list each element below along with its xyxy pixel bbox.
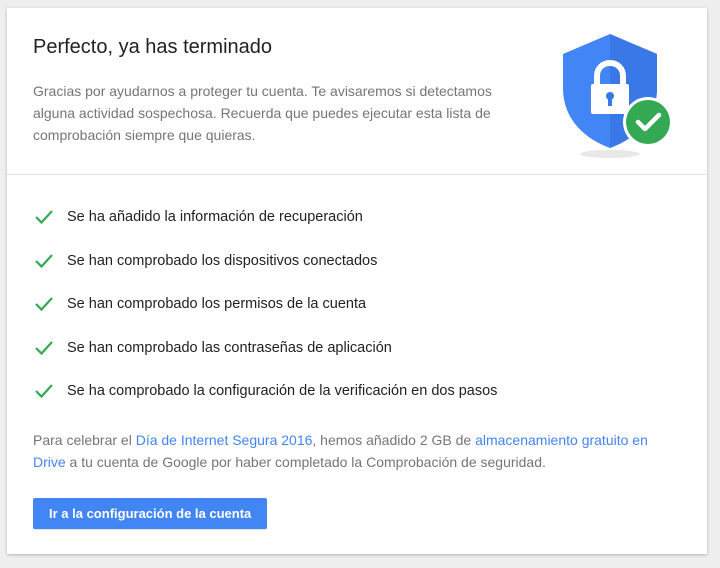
check-icon bbox=[35, 384, 53, 399]
check-icon bbox=[35, 297, 53, 312]
list-item-label: Se han comprobado los permisos de la cue… bbox=[67, 296, 367, 312]
list-item: Se han comprobado las contraseñas de apl… bbox=[33, 337, 497, 381]
list-item: Se han comprobado los dispositivos conec… bbox=[33, 250, 497, 294]
list-item-label: Se ha comprobado la configuración de la … bbox=[67, 383, 498, 399]
check-icon bbox=[35, 253, 53, 268]
shield-lock-check-icon bbox=[563, 34, 673, 158]
promo-note: Para celebrar el Día de Internet Segura … bbox=[33, 429, 683, 473]
shield-shadow bbox=[580, 150, 640, 158]
page-subtitle: Gracias por ayudarnos a proteger tu cuen… bbox=[33, 83, 492, 143]
list-item: Se ha comprobado la configuración de la … bbox=[33, 380, 497, 424]
check-icon bbox=[35, 340, 53, 355]
list-item: Se ha añadido la información de recupera… bbox=[33, 206, 497, 250]
promo-text: Para celebrar el bbox=[33, 432, 136, 448]
promo-text: , hemos añadido 2 GB de bbox=[312, 432, 476, 448]
completed-steps-list: Se ha añadido la información de recupera… bbox=[33, 206, 497, 424]
list-item-label: Se ha añadido la información de recupera… bbox=[67, 209, 363, 225]
security-checkup-complete-card: Perfecto, ya has terminado Gracias por a… bbox=[7, 8, 707, 554]
account-settings-button[interactable]: Ir a la configuración de la cuenta bbox=[33, 498, 268, 529]
list-item-label: Se han comprobado las contraseñas de apl… bbox=[67, 339, 392, 356]
page-title: Perfecto, ya has terminado bbox=[33, 36, 273, 58]
lock-keyhole-slot bbox=[608, 97, 612, 106]
check-icon bbox=[35, 210, 53, 225]
card-header: Perfecto, ya has terminado Gracias por a… bbox=[7, 8, 707, 175]
list-item: Se han comprobado los permisos de la cue… bbox=[33, 293, 497, 337]
safer-internet-day-link[interactable]: Día de Internet Segura 2016 bbox=[136, 432, 313, 448]
list-item-label: Se han comprobado los dispositivos conec… bbox=[67, 252, 378, 269]
promo-text: a tu cuenta de Google por haber completa… bbox=[65, 454, 546, 470]
check-badge-fill bbox=[626, 100, 670, 144]
